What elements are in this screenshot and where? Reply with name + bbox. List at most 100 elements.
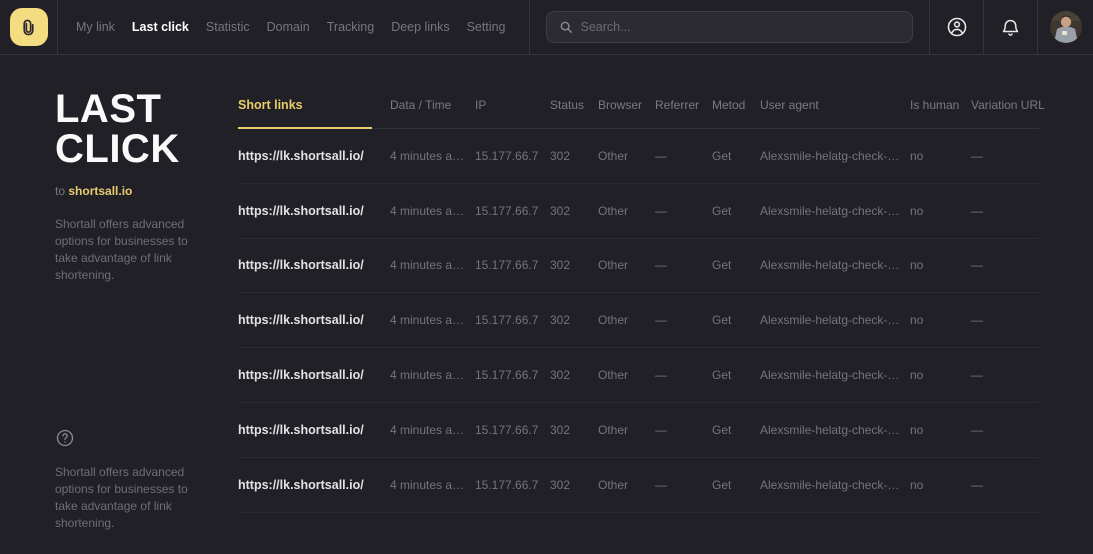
cell-date-time: 4 minutes ago (390, 423, 475, 437)
nav-item-tracking[interactable]: Tracking (327, 20, 374, 34)
cell-user-agent: Alexsmile-helatg-check-… (760, 423, 910, 437)
sidebar-description-2: Shortall offers advanced options for bus… (55, 464, 207, 532)
cell-is-human: no (910, 204, 971, 218)
cell-date-time: 4 minutes ago (390, 478, 475, 492)
column-header-browser[interactable]: Browser (598, 98, 655, 112)
topbar: My link Last click Statistic Domain Tracking… (0, 0, 1093, 55)
content: LAST CLICK to shortsall.io Shortall offe… (0, 55, 1093, 554)
notifications-button[interactable] (984, 0, 1037, 54)
cell-ip: 15.177.66.7 (475, 368, 550, 382)
page-title: LAST CLICK (55, 89, 225, 169)
cell-is-human: no (910, 313, 971, 327)
nav-item-deep-links[interactable]: Deep links (391, 20, 449, 34)
table-row: https://lk.shortsall.io/4 minutes ago15.… (238, 348, 1039, 403)
avatar[interactable] (1050, 11, 1082, 43)
cell-short-link[interactable]: https://lk.shortsall.io/ (238, 204, 390, 218)
cell-short-link[interactable]: https://lk.shortsall.io/ (238, 478, 390, 492)
cell-browser: Other (598, 478, 655, 492)
column-header-ip[interactable]: IP (475, 98, 550, 112)
cell-date-time: 4 minutes ago (390, 149, 475, 163)
cell-date-time: 4 minutes ago (390, 204, 475, 218)
table-row: https://lk.shortsall.io/4 minutes ago15.… (238, 293, 1039, 348)
domain-link[interactable]: shortsall.io (68, 184, 132, 198)
logo-button[interactable] (0, 0, 57, 54)
table-header: Short linksData / TimeIPStatusBrowserRef… (238, 81, 1039, 129)
column-header-variation-url[interactable]: Variation URL (971, 98, 1039, 112)
column-header-referrer[interactable]: Referrer (655, 98, 712, 112)
cell-status: 302 (550, 204, 598, 218)
help-icon[interactable] (55, 428, 75, 448)
active-column-underline (238, 127, 372, 129)
cell-user-agent: Alexsmile-helatg-check-… (760, 368, 910, 382)
cell-ip: 15.177.66.7 (475, 258, 550, 272)
cell-short-link[interactable]: https://lk.shortsall.io/ (238, 313, 390, 327)
cell-metod: Get (712, 258, 760, 272)
cell-referrer: — (655, 258, 712, 272)
cell-short-link[interactable]: https://lk.shortsall.io/ (238, 423, 390, 437)
sidebar: LAST CLICK to shortsall.io Shortall offe… (0, 55, 238, 554)
cell-metod: Get (712, 313, 760, 327)
sidebar-description: Shortall offers advanced options for bus… (55, 216, 207, 284)
cell-status: 302 (550, 478, 598, 492)
cell-ip: 15.177.66.7 (475, 149, 550, 163)
cell-ip: 15.177.66.7 (475, 313, 550, 327)
column-header-metod[interactable]: Metod (712, 98, 760, 112)
search-area (530, 0, 930, 54)
nav-item-my-link[interactable]: My link (76, 20, 115, 34)
account-button[interactable] (930, 0, 983, 54)
cell-browser: Other (598, 258, 655, 272)
cell-status: 302 (550, 258, 598, 272)
cell-metod: Get (712, 423, 760, 437)
column-header-is-human[interactable]: Is human (910, 98, 971, 112)
search-box[interactable] (546, 11, 914, 43)
app-root: My link Last click Statistic Domain Tracking… (0, 0, 1093, 554)
nav-item-setting[interactable]: Setting (467, 20, 506, 34)
cell-status: 302 (550, 423, 598, 437)
cell-ip: 15.177.66.7 (475, 204, 550, 218)
cell-referrer: — (655, 149, 712, 163)
cell-date-time: 4 minutes ago (390, 368, 475, 382)
nav-item-last-click[interactable]: Last click (132, 20, 189, 34)
nav-item-statistic[interactable]: Statistic (206, 20, 250, 34)
nav-item-domain[interactable]: Domain (267, 20, 310, 34)
paperclip-icon (20, 19, 37, 36)
search-input[interactable] (581, 20, 901, 34)
cell-referrer: — (655, 204, 712, 218)
cell-status: 302 (550, 368, 598, 382)
subtitle-prefix: to (55, 184, 65, 198)
cell-short-link[interactable]: https://lk.shortsall.io/ (238, 258, 390, 272)
main-nav: My link Last click Statistic Domain Tracking… (58, 0, 529, 54)
cell-browser: Other (598, 204, 655, 218)
cell-variation-url: — (971, 368, 1039, 382)
cell-variation-url: — (971, 149, 1039, 163)
cell-is-human: no (910, 478, 971, 492)
cell-user-agent: Alexsmile-helatg-check-… (760, 149, 910, 163)
cell-date-time: 4 minutes ago (390, 258, 475, 272)
cell-date-time: 4 minutes ago (390, 313, 475, 327)
column-header-status[interactable]: Status (550, 98, 598, 112)
cell-variation-url: — (971, 313, 1039, 327)
bell-icon (1000, 17, 1021, 38)
cell-status: 302 (550, 313, 598, 327)
cell-user-agent: Alexsmile-helatg-check-… (760, 204, 910, 218)
cell-referrer: — (655, 423, 712, 437)
cell-user-agent: Alexsmile-helatg-check-… (760, 478, 910, 492)
table-row: https://lk.shortsall.io/4 minutes ago15.… (238, 129, 1039, 184)
cell-metod: Get (712, 149, 760, 163)
column-header-short-links[interactable]: Short links (238, 98, 390, 112)
column-header-user-agent[interactable]: User agent (760, 98, 910, 112)
cell-browser: Other (598, 313, 655, 327)
cell-is-human: no (910, 423, 971, 437)
logo (10, 8, 48, 46)
column-header-data-time[interactable]: Data / Time (390, 98, 475, 112)
last-click-table: Short linksData / TimeIPStatusBrowserRef… (238, 55, 1039, 554)
cell-short-link[interactable]: https://lk.shortsall.io/ (238, 149, 390, 163)
table-row: https://lk.shortsall.io/4 minutes ago15.… (238, 458, 1039, 513)
cell-ip: 15.177.66.7 (475, 423, 550, 437)
cell-referrer: — (655, 368, 712, 382)
cell-browser: Other (598, 149, 655, 163)
cell-status: 302 (550, 149, 598, 163)
cell-metod: Get (712, 204, 760, 218)
cell-user-agent: Alexsmile-helatg-check-… (760, 313, 910, 327)
cell-short-link[interactable]: https://lk.shortsall.io/ (238, 368, 390, 382)
